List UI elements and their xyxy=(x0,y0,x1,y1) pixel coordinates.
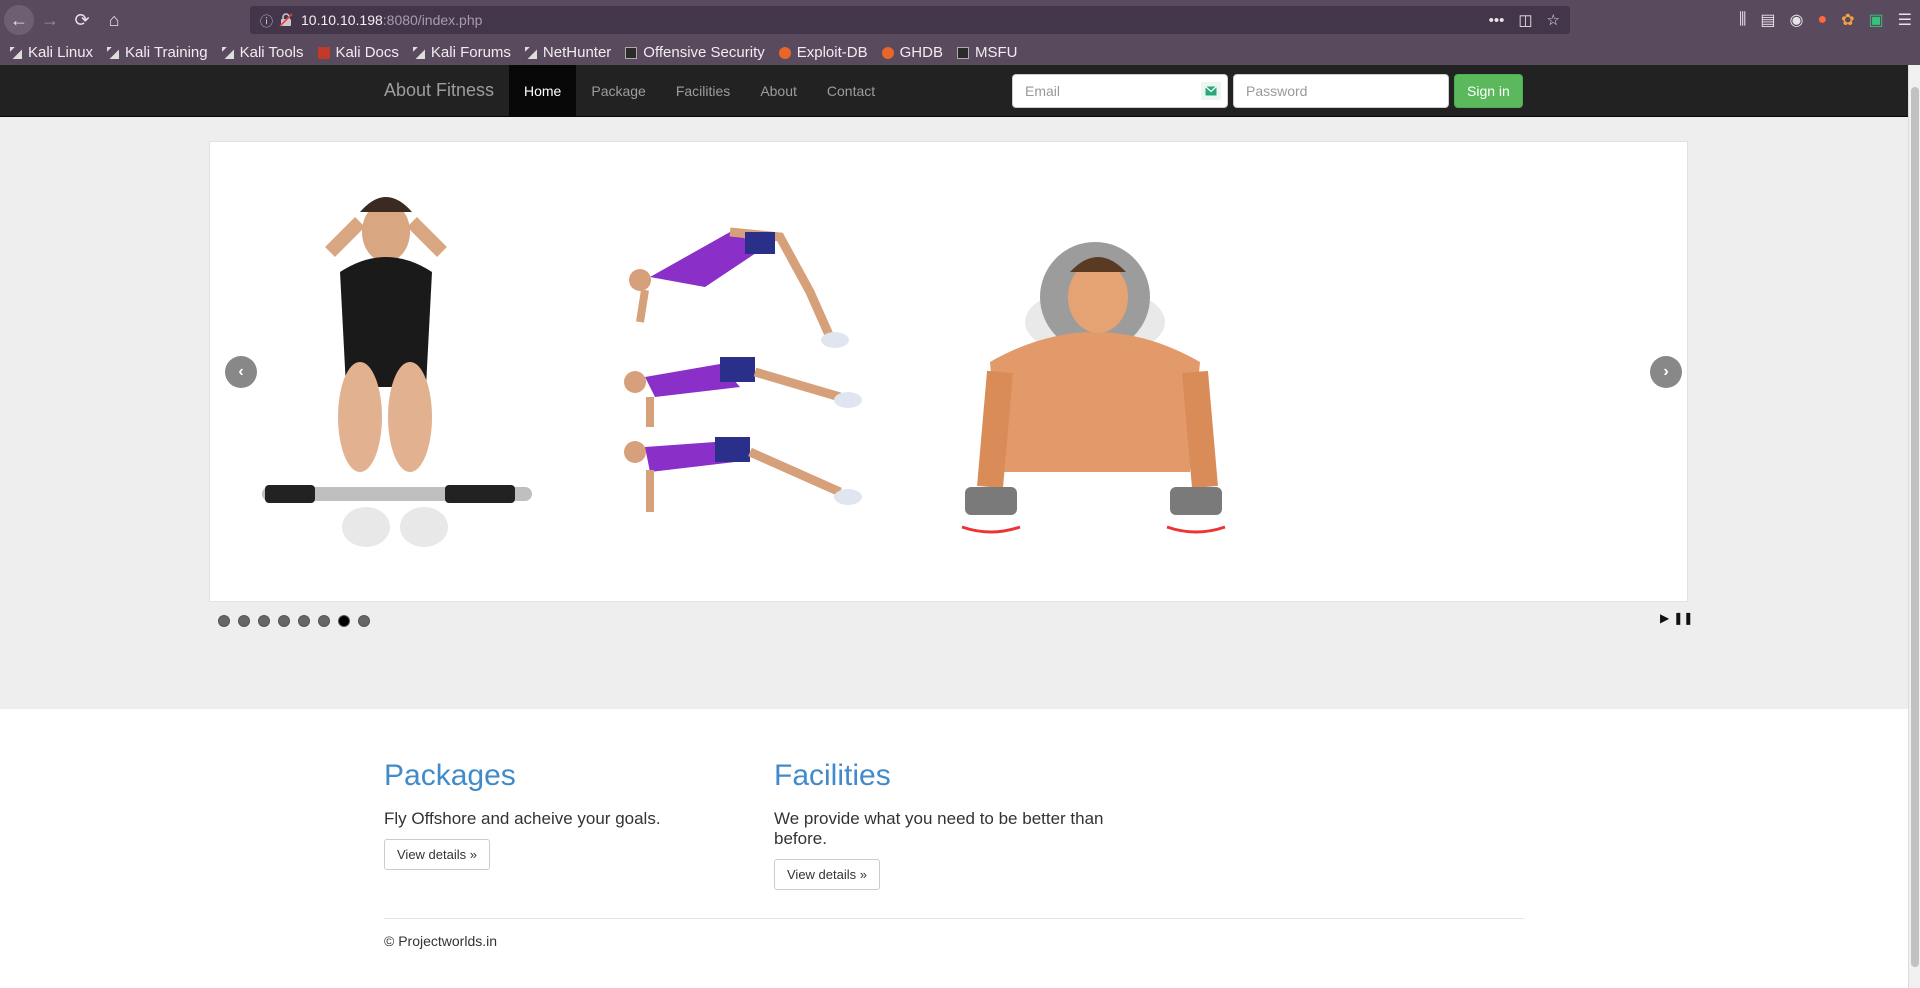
facilities-column: Facilities We provide what you need to b… xyxy=(774,709,1124,890)
image-slider: ‹ › xyxy=(209,141,1688,602)
kali-icon xyxy=(221,46,234,59)
nav-contact[interactable]: Contact xyxy=(812,65,890,117)
offsec-icon xyxy=(956,46,969,59)
account-icon[interactable]: ◉ xyxy=(1789,10,1803,30)
bookmark-kali-docs[interactable]: Kali Docs xyxy=(317,44,399,61)
facilities-text: We provide what you need to be better th… xyxy=(774,809,1104,848)
play-icon[interactable]: ▶ xyxy=(1660,611,1669,625)
nav-home[interactable]: Home xyxy=(509,65,577,117)
browser-toolbar: ← → ⟳ ⌂ ⓘ 10.10.10.198:8080/index.php ••… xyxy=(0,0,1920,40)
nav-about[interactable]: About xyxy=(745,65,812,117)
packages-text: Fly Offshore and acheive your goals. xyxy=(384,809,661,828)
slider-dots xyxy=(218,615,370,627)
footer-divider xyxy=(384,918,1524,919)
packages-column: Packages Fly Offshore and acheive your g… xyxy=(384,709,734,870)
pocket-icon[interactable]: ◫ xyxy=(1518,11,1532,29)
insecure-lock-icon xyxy=(279,13,293,27)
offsec-icon xyxy=(625,46,638,59)
facilities-heading: Facilities xyxy=(774,759,891,792)
signin-form: Email Password Sign in xyxy=(1012,74,1523,108)
facilities-view-details-button[interactable]: View details » xyxy=(774,859,880,890)
page-viewport: About Fitness Home Package Facilities Ab… xyxy=(0,65,1920,988)
bookmark-kali-linux[interactable]: Kali Linux xyxy=(10,44,93,61)
slider-dot-active[interactable] xyxy=(338,615,350,627)
site-navbar: About Fitness Home Package Facilities Ab… xyxy=(0,65,1908,117)
bookmark-exploit-db[interactable]: Exploit-DB xyxy=(778,44,868,61)
nav-package[interactable]: Package xyxy=(576,65,660,117)
url-path: :8080/index.php xyxy=(382,12,483,28)
site-brand[interactable]: About Fitness xyxy=(384,80,494,101)
slider-dot[interactable] xyxy=(218,615,230,627)
home-icon[interactable]: ⌂ xyxy=(98,4,130,36)
scrollbar-thumb[interactable] xyxy=(1911,87,1919,967)
url-bar[interactable]: ⓘ 10.10.10.198:8080/index.php ••• ◫ ☆ xyxy=(250,6,1570,34)
bookmark-kali-forums[interactable]: Kali Forums xyxy=(412,44,511,61)
extension-icon[interactable]: ● xyxy=(1817,11,1827,29)
kali-icon xyxy=(10,46,22,59)
menu-icon[interactable]: ☰ xyxy=(1898,10,1912,30)
nav-facilities[interactable]: Facilities xyxy=(661,65,745,117)
slider-next-button[interactable]: › xyxy=(1650,356,1682,388)
packages-heading: Packages xyxy=(384,759,516,792)
reload-icon[interactable]: ⟳ xyxy=(66,4,98,36)
packages-view-details-button[interactable]: View details » xyxy=(384,839,490,870)
ghdb-icon xyxy=(881,46,894,59)
slider-dot[interactable] xyxy=(258,615,270,627)
slider-dot[interactable] xyxy=(318,615,330,627)
signin-button[interactable]: Sign in xyxy=(1454,74,1523,108)
nav-links: Home Package Facilities About Contact xyxy=(509,65,890,117)
bookmark-ghdb[interactable]: GHDB xyxy=(881,44,943,61)
library-icon[interactable]: ⫼ xyxy=(1739,11,1746,29)
slider-dot[interactable] xyxy=(238,615,250,627)
hero-section: ‹ › ▶ ❚❚ xyxy=(0,117,1908,709)
sidebar-icon[interactable]: ▤ xyxy=(1760,10,1775,30)
bookmark-msfu[interactable]: MSFU xyxy=(956,44,1017,61)
exploit-db-icon xyxy=(778,46,791,59)
forward-icon[interactable]: → xyxy=(34,4,66,36)
slider-dot[interactable] xyxy=(298,615,310,627)
pushup-figure xyxy=(961,242,1226,534)
back-icon[interactable]: ← xyxy=(4,5,34,35)
page-actions-icon[interactable]: ••• xyxy=(1489,12,1505,29)
url-host: 10.10.10.198 xyxy=(301,12,383,28)
slider-controls: ▶ ❚❚ xyxy=(1660,611,1693,625)
email-field[interactable]: Email xyxy=(1012,74,1228,108)
bookmarks-bar: Kali Linux Kali Training Kali Tools Kali… xyxy=(0,40,1920,65)
mail-icon xyxy=(1201,82,1221,100)
password-field[interactable]: Password xyxy=(1233,74,1449,108)
kali-icon xyxy=(107,46,120,59)
extension-icon[interactable]: ✿ xyxy=(1841,10,1854,30)
bookmark-offensive-security[interactable]: Offensive Security xyxy=(625,44,765,61)
pause-icon[interactable]: ❚❚ xyxy=(1673,611,1693,625)
page-scrollbar[interactable] xyxy=(1908,65,1920,988)
situp-figure xyxy=(262,197,532,547)
kali-docs-icon xyxy=(317,46,330,59)
kali-icon xyxy=(412,46,425,59)
slider-dot[interactable] xyxy=(358,615,370,627)
slide-image xyxy=(262,197,1226,547)
bookmark-kali-training[interactable]: Kali Training xyxy=(107,44,208,61)
bookmark-kali-tools[interactable]: Kali Tools xyxy=(221,44,304,61)
kali-icon xyxy=(524,46,537,59)
info-icon[interactable]: ⓘ xyxy=(260,11,273,30)
plank-sequence-figure xyxy=(624,227,862,512)
extension-icon[interactable]: ▣ xyxy=(1869,10,1884,30)
bookmark-nethunter[interactable]: NetHunter xyxy=(524,44,611,61)
slider-prev-button[interactable]: ‹ xyxy=(225,356,257,388)
slider-dot[interactable] xyxy=(278,615,290,627)
bookmark-star-icon[interactable]: ☆ xyxy=(1547,11,1560,29)
footer-copyright: © Projectworlds.in xyxy=(384,933,498,949)
